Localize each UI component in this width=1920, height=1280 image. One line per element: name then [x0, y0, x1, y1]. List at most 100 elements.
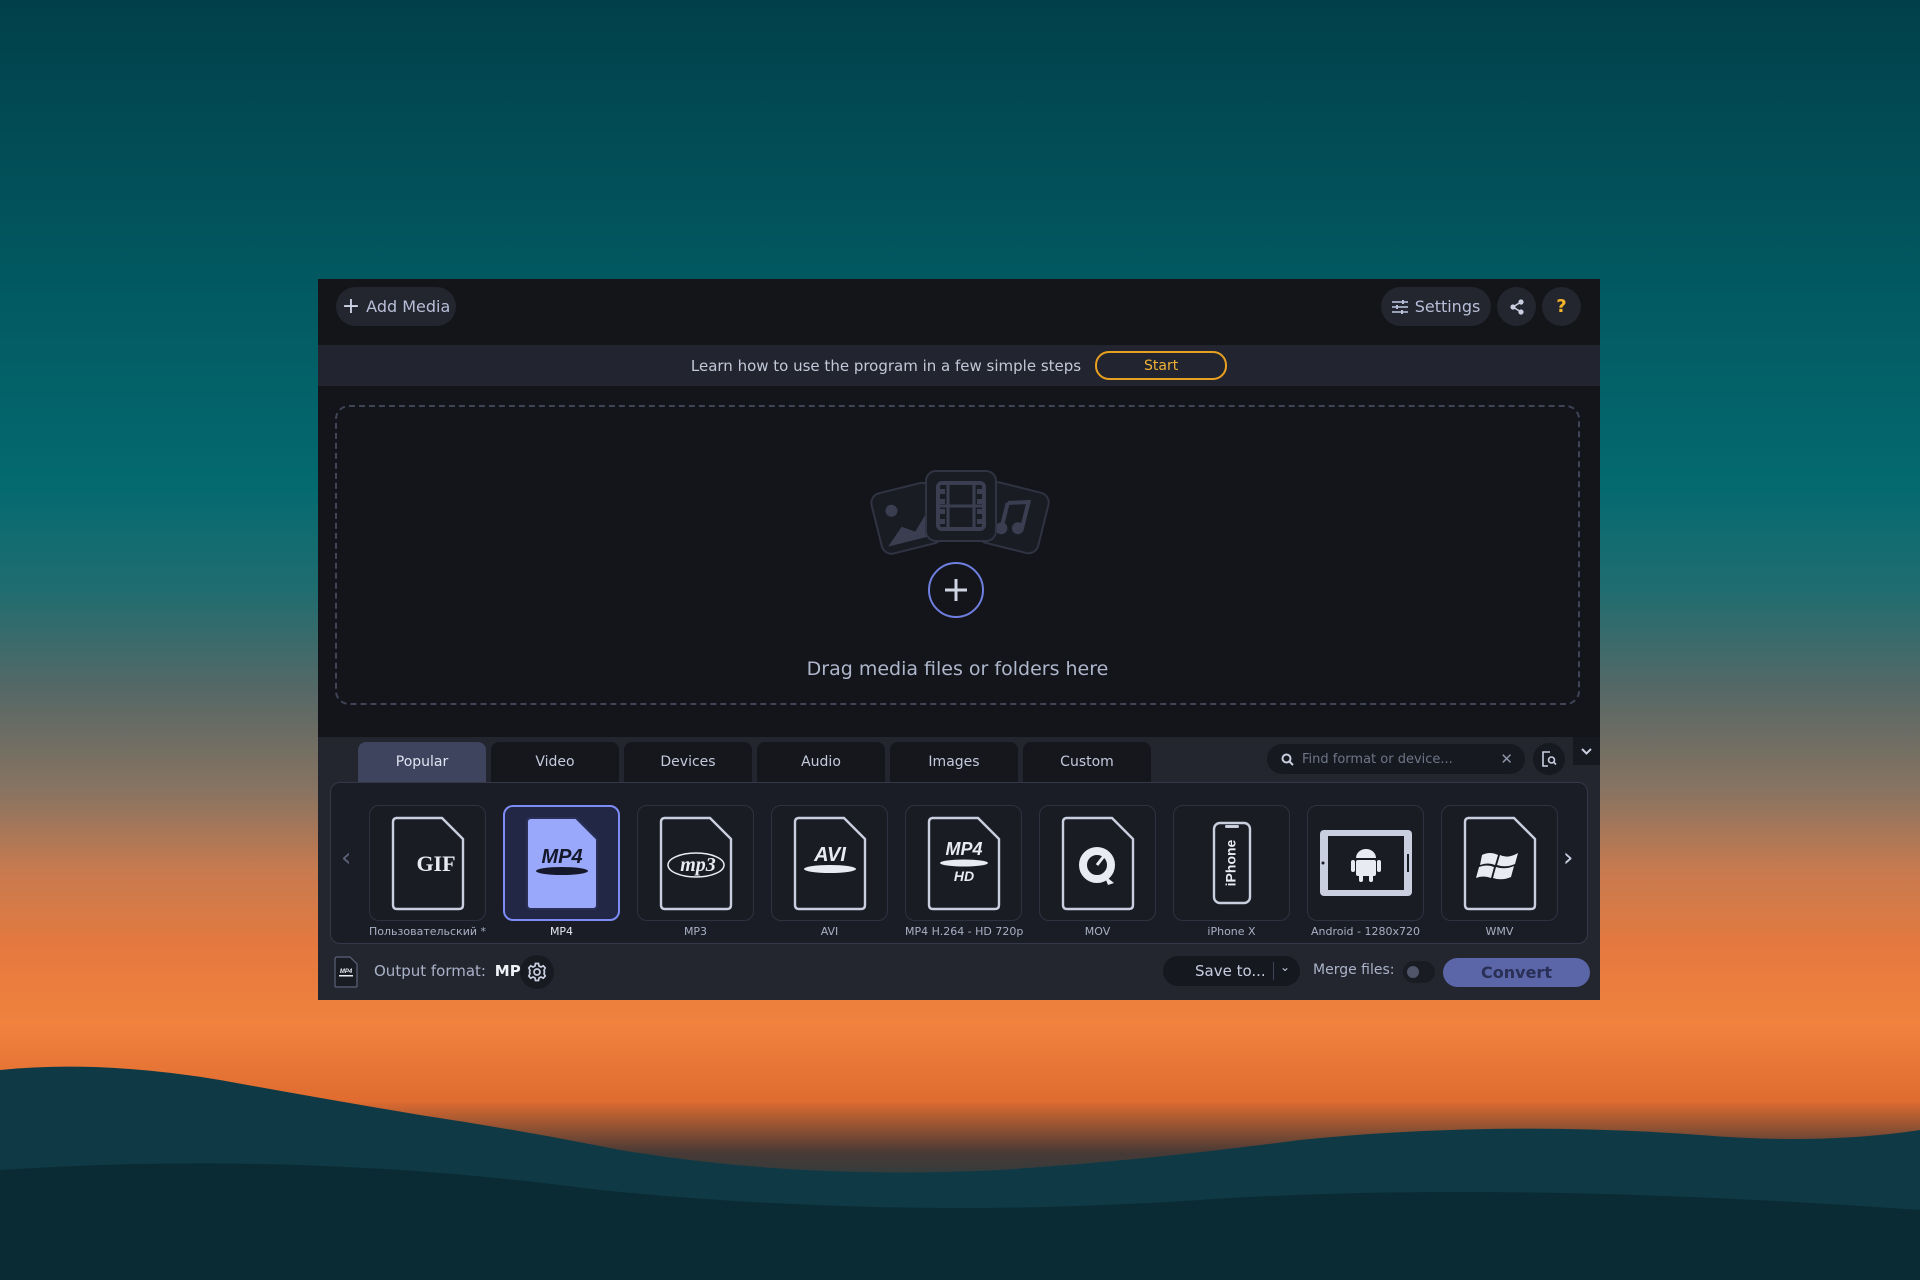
format-item-custom-gif[interactable]: GIF Пользовательский *: [369, 805, 486, 938]
format-item-android[interactable]: Android - 1280x720: [1307, 805, 1424, 938]
convert-button[interactable]: Convert: [1443, 958, 1590, 987]
tab-popular[interactable]: Popular: [358, 742, 486, 782]
windows-file-icon: [1463, 816, 1536, 911]
share-button[interactable]: [1497, 287, 1536, 326]
format-search[interactable]: Find format or device... ✕: [1267, 744, 1525, 774]
bottom-bar: MP4 Output format: MP4 Save to... ⌄ Merg…: [318, 944, 1600, 1000]
format-panel: ‹ GIF Пользовательский * MP4 MP4 mp3 MP3…: [330, 782, 1588, 944]
convert-label: Convert: [1481, 963, 1552, 982]
format-panel-wrapper: ‹ GIF Пользовательский * MP4 MP4 mp3 MP3…: [318, 782, 1600, 944]
format-card: GIF: [369, 805, 486, 921]
background-hills: [0, 1066, 1920, 1280]
media-types-illustration: [870, 470, 1050, 555]
format-card: [1307, 805, 1424, 921]
format-item-wmv[interactable]: WMV: [1441, 805, 1558, 938]
add-media-label: Add Media: [366, 297, 451, 316]
add-media-button[interactable]: + Add Media: [336, 287, 456, 326]
format-label: MP3: [683, 925, 708, 938]
tab-custom[interactable]: Custom: [1023, 742, 1151, 782]
avi-file-icon: AVI: [793, 816, 866, 911]
toggle-knob: [1407, 966, 1419, 978]
tab-label: Images: [928, 754, 980, 770]
svg-text:HD: HD: [953, 868, 973, 884]
mp3-file-icon: mp3: [659, 816, 732, 911]
tab-label: Devices: [660, 754, 716, 770]
share-icon: [1509, 298, 1525, 315]
android-tablet-icon: [1319, 830, 1412, 896]
format-item-mp3[interactable]: mp3 MP3: [637, 805, 754, 938]
tab-images[interactable]: Images: [890, 742, 1018, 782]
iphone-icon: iPhone: [1212, 821, 1251, 905]
banner-text: Learn how to use the program in a few si…: [690, 356, 1082, 375]
mp4-hd-file-icon: MP4 HD: [927, 816, 1000, 911]
format-tabs: Popular Video Devices Audio Images Custo…: [318, 737, 1600, 782]
format-label: iPhone X: [1207, 925, 1256, 938]
settings-label: Settings: [1414, 297, 1481, 316]
svg-text:GIF: GIF: [416, 851, 455, 876]
merge-files-label: Merge files:: [1313, 962, 1395, 978]
format-card: iPhone: [1173, 805, 1290, 921]
start-button[interactable]: Start: [1095, 351, 1228, 380]
scroll-left-button[interactable]: ‹: [341, 843, 351, 873]
plus-icon: +: [341, 293, 361, 319]
svg-text:MP4: MP4: [340, 969, 353, 975]
tab-video[interactable]: Video: [491, 742, 619, 782]
format-card: MP4: [503, 805, 620, 921]
chevron-down-icon[interactable]: ⌄: [1280, 960, 1290, 974]
tab-label: Audio: [801, 754, 841, 770]
svg-text:MP4: MP4: [945, 839, 982, 859]
help-icon: ?: [1556, 296, 1567, 317]
save-to-label: Save to...: [1195, 962, 1266, 980]
tab-audio[interactable]: Audio: [757, 742, 885, 782]
output-format-label: Output format:: [374, 962, 486, 980]
format-item-mp4-hd[interactable]: MP4 HD MP4 H.264 - HD 720p: [905, 805, 1024, 938]
drop-zone[interactable]: Drag media files or folders here: [335, 405, 1580, 705]
mp4-file-icon: MP4: [525, 817, 598, 910]
add-files-button[interactable]: [928, 562, 984, 618]
drop-hint-text: Drag media files or folders here: [806, 658, 1109, 680]
merge-files-toggle[interactable]: [1403, 961, 1435, 983]
svg-text:mp3: mp3: [680, 854, 716, 876]
output-format-icon: MP4: [334, 956, 358, 988]
app-window: + Add Media Settings ? Learn how to use …: [318, 279, 1600, 1000]
svg-text:AVI: AVI: [813, 844, 846, 866]
gif-file-icon: GIF: [391, 816, 464, 911]
plus-icon: [945, 579, 967, 601]
format-card: [1039, 805, 1156, 921]
format-card: MP4 HD: [905, 805, 1022, 921]
start-label: Start: [1144, 357, 1179, 374]
device-search-button[interactable]: [1533, 743, 1565, 775]
tutorial-banner: Learn how to use the program in a few si…: [318, 345, 1600, 386]
collapse-panel-button[interactable]: [1573, 737, 1600, 765]
svg-text:iPhone: iPhone: [1222, 839, 1238, 886]
format-item-avi[interactable]: AVI AVI: [771, 805, 888, 938]
format-card: [1441, 805, 1558, 921]
tab-label: Video: [535, 754, 575, 770]
format-label: Пользовательский *: [369, 925, 486, 938]
search-input[interactable]: Find format or device...: [1302, 752, 1453, 767]
search-icon: [1281, 753, 1294, 766]
format-label: WMV: [1485, 925, 1514, 938]
settings-button[interactable]: Settings: [1381, 287, 1491, 326]
tab-label: Popular: [395, 754, 449, 770]
gear-icon: [527, 962, 547, 982]
svg-text:MP4: MP4: [541, 846, 582, 868]
device-search-icon: [1542, 751, 1557, 767]
sliders-icon: [1391, 299, 1408, 314]
format-item-iphone-x[interactable]: iPhone iPhone X: [1173, 805, 1290, 938]
output-format-text: Output format: MP4: [374, 962, 531, 980]
format-label: MOV: [1084, 925, 1111, 938]
clear-search-icon[interactable]: ✕: [1500, 750, 1513, 768]
format-settings-button[interactable]: [520, 955, 554, 989]
format-label: MP4 H.264 - HD 720p: [905, 925, 1024, 938]
tab-devices[interactable]: Devices: [624, 742, 752, 782]
format-item-mp4[interactable]: MP4 MP4: [503, 805, 620, 938]
divider: [1273, 962, 1274, 980]
format-item-mov[interactable]: MOV: [1039, 805, 1156, 938]
help-button[interactable]: ?: [1542, 287, 1581, 326]
film-icon: [925, 470, 997, 542]
scroll-right-button[interactable]: ›: [1563, 843, 1573, 873]
save-to-button[interactable]: Save to... ⌄: [1163, 956, 1300, 986]
quicktime-file-icon: [1061, 816, 1134, 911]
format-label: AVI: [820, 925, 839, 938]
